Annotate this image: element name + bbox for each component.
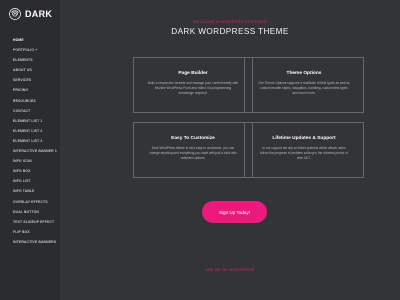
sidebar-item-about-us[interactable]: ABOUT US [13,65,57,75]
sidebar-item-elements[interactable]: ELEMENTS [13,55,57,65]
feature-card-page-builder: Page Builder Build a responsive website … [133,57,253,113]
sidebar-item-dual-button[interactable]: DUAL BUTTON [13,207,57,217]
card-title: Easy To Customize [171,136,215,141]
sidebar-item-interactive-banners[interactable]: INTERACTIVE BANNERS [13,237,57,247]
feature-card-easy-to-customize: Easy To Customize Dark WordPress theme i… [133,122,253,178]
card-text: Dark WordPress theme is very easy to cus… [149,146,237,160]
section-eyebrow: WELCOME WORDPRESS DESIGNER [192,20,268,24]
footer-link[interactable]: ARE WE OK WORDPRESS [60,268,400,272]
sidebar-item-text-slideup-effect[interactable]: TEXT SLIDEUP EFFECT [13,217,57,227]
sidebar-item-home[interactable]: HOME [13,35,57,45]
sidebar-item-info-list[interactable]: INFO LIST [13,176,57,186]
card-text: Our Theme Options supports a multitude o… [258,81,350,95]
card-text: Build a responsive website and manage yo… [147,81,239,95]
sidebar-item-portfolio[interactable]: PORTFOLIO + [13,45,57,55]
sidebar-item-services[interactable]: SERVICES [13,75,57,85]
sidebar-item-element-list-1[interactable]: ELEMENT LIST 1 [13,116,57,126]
brand-name: DARK [25,9,53,19]
sidebar-item-info-icon[interactable]: INFO ICON [13,156,57,166]
feature-card-theme-options: Theme Options Our Theme Options supports… [244,57,364,113]
sidebar-item-resources[interactable]: RESOURCES [13,96,57,106]
sidebar-item-info-box[interactable]: INFO BOX [13,166,57,176]
sign-up-button[interactable]: Sign Up Today! [202,201,267,223]
sidebar: DARK HOME PORTFOLIO + ELEMENTS ABOUT US … [0,0,60,300]
card-text: In our support we rely on ticket systems… [260,146,348,160]
fingerprint-icon [9,8,21,20]
sidebar-item-flip-box[interactable]: FLIP BOX [13,227,57,237]
card-title: Lifetime Updates & Support [272,136,336,141]
card-title: Theme Options [286,71,322,76]
main-content: WELCOME WORDPRESS DESIGNER DARK WORDPRES… [60,0,400,300]
card-title: Page Builder [178,71,208,76]
sidebar-item-info-table[interactable]: INFO TABLE [13,186,57,196]
logo[interactable]: DARK [9,8,52,20]
page-title: DARK WORDPRESS THEME [171,27,289,36]
sidebar-nav: HOME PORTFOLIO + ELEMENTS ABOUT US SERVI… [13,35,57,247]
sidebar-item-interactive-banner-1[interactable]: INTERACTIVE BANNER 1 [13,146,57,156]
sidebar-item-overlay-effects[interactable]: OVERLAY EFFECTS [13,197,57,207]
sidebar-item-element-list-3[interactable]: ELEMENT LIST 3 [13,136,57,146]
feature-card-lifetime-updates: Lifetime Updates & Support In our suppor… [244,122,364,178]
sidebar-item-pricing[interactable]: PRICING [13,85,57,95]
sidebar-item-element-list-2[interactable]: ELEMENT LIST 2 [13,126,57,136]
sidebar-item-contact[interactable]: CONTACT [13,106,57,116]
